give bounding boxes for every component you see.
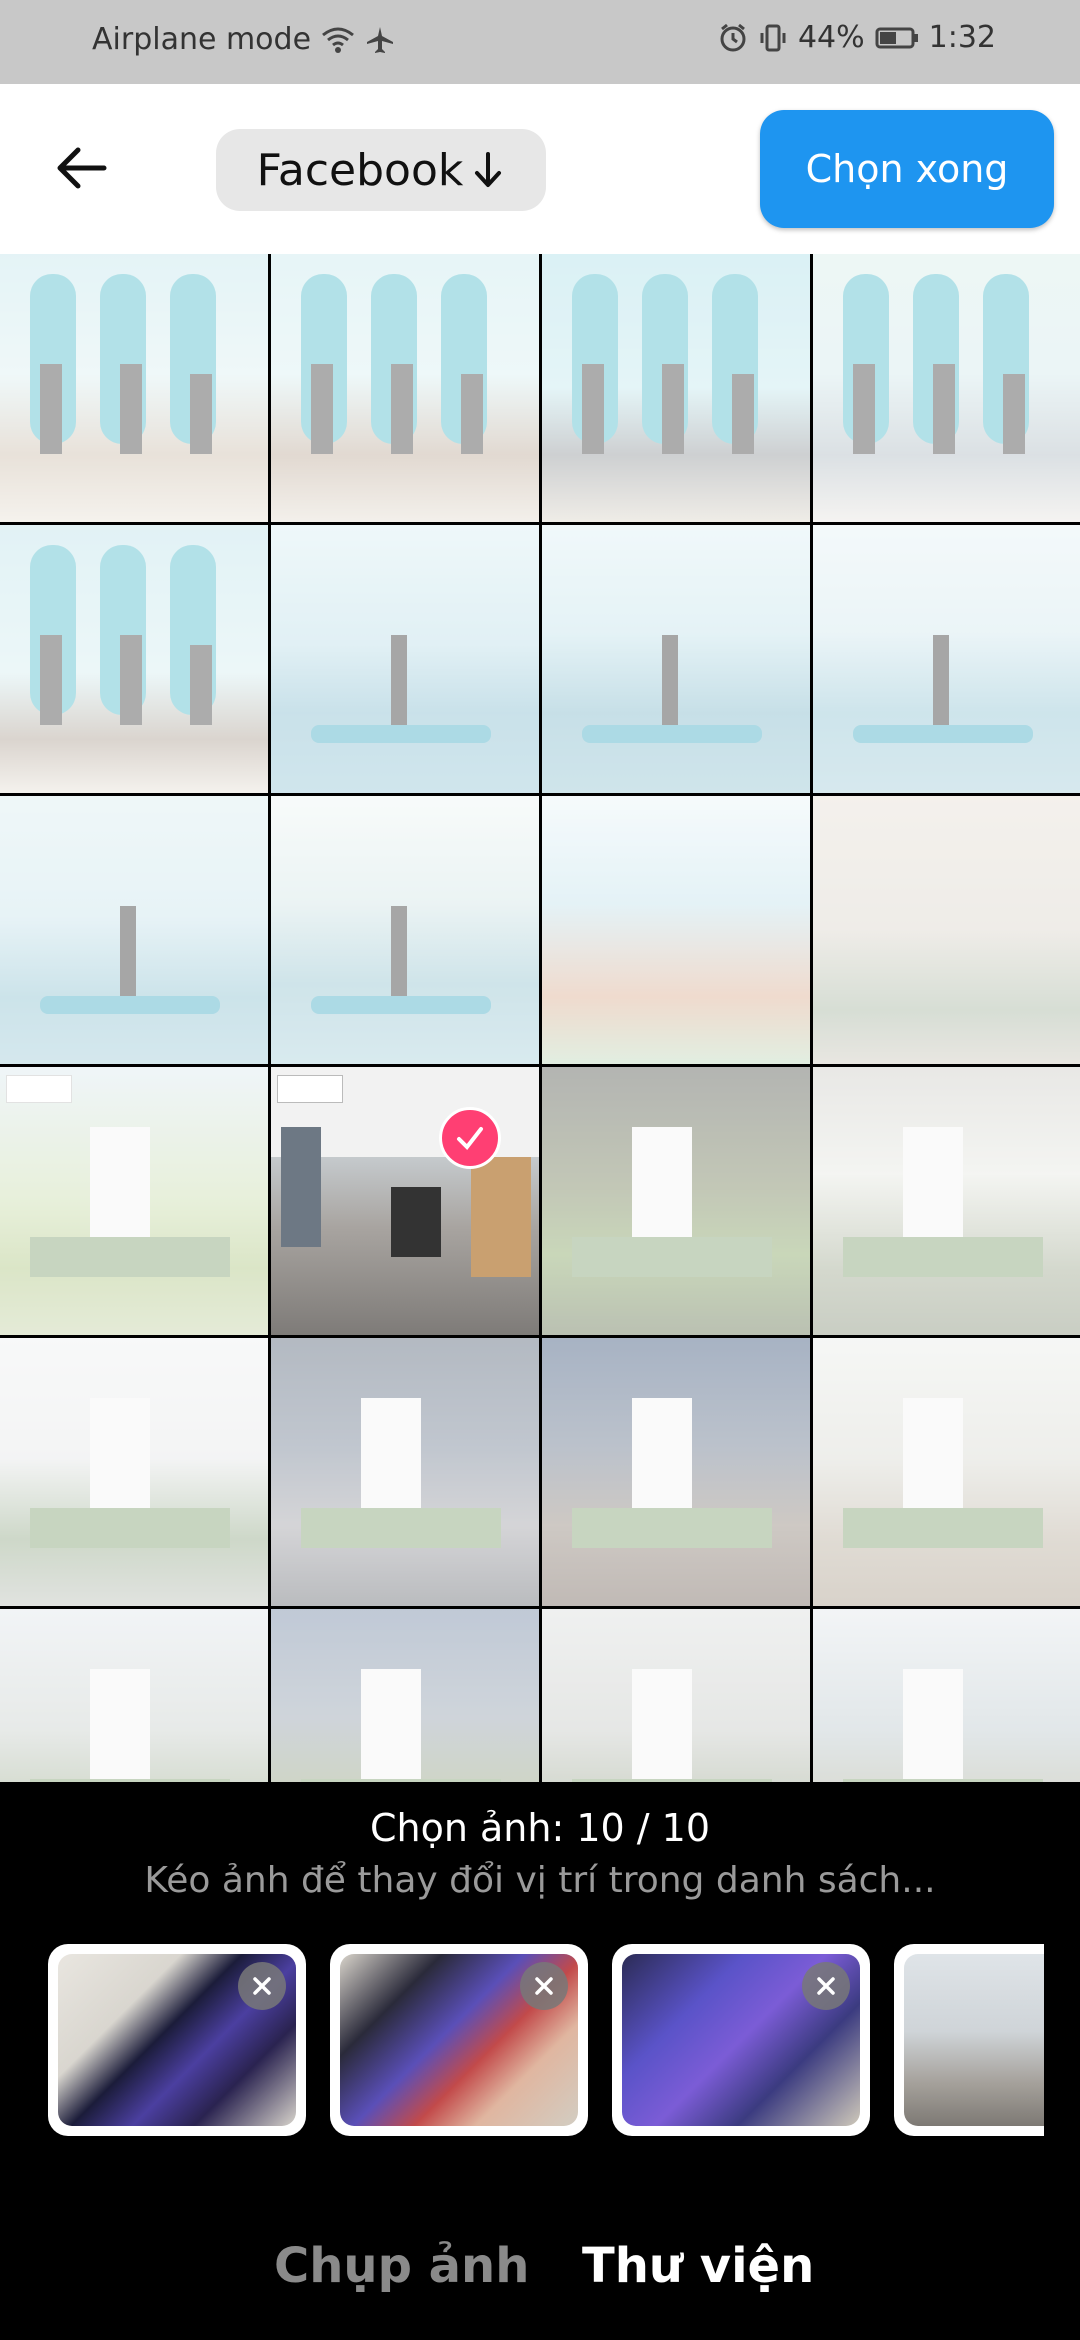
header: Facebook Chọn xong <box>0 84 1080 254</box>
album-label: Facebook <box>256 144 464 196</box>
disabled-overlay <box>0 1338 268 1606</box>
photo-thumbnail[interactable] <box>542 1338 810 1606</box>
photo-thumbnail[interactable] <box>271 796 539 1064</box>
selected-thumbnail[interactable] <box>48 1944 306 2136</box>
disabled-overlay <box>271 254 539 522</box>
photo-thumbnail[interactable] <box>813 525 1080 793</box>
wifi-icon <box>321 26 355 54</box>
battery-percent: 44% <box>797 20 865 55</box>
photo-thumbnail[interactable] <box>542 254 810 522</box>
source-tabs: Chụp ảnh Thư viện <box>0 2238 1080 2318</box>
photo-thumbnail[interactable] <box>271 1609 539 1782</box>
photo-thumbnail[interactable] <box>0 525 268 793</box>
tab-camera[interactable]: Chụp ảnh <box>274 2238 529 2294</box>
disabled-overlay <box>271 796 539 1064</box>
selected-photo <box>904 1954 1044 2126</box>
photo-thumbnail[interactable] <box>813 796 1080 1064</box>
selected-thumbnail[interactable] <box>612 1944 870 2136</box>
disabled-overlay <box>0 1609 268 1782</box>
airplane-mode-text: Airplane mode <box>92 22 312 57</box>
disabled-overlay <box>542 1609 810 1782</box>
golfzon-logo <box>277 1075 343 1103</box>
remove-icon[interactable] <box>520 1962 568 2010</box>
photo-thumbnail[interactable] <box>0 1067 268 1335</box>
done-button-label: Chọn xong <box>805 147 1009 191</box>
selected-tray[interactable] <box>48 1944 1044 2136</box>
battery-icon <box>875 26 919 50</box>
album-selector[interactable]: Facebook <box>216 129 546 211</box>
back-arrow-icon <box>57 147 107 189</box>
disabled-overlay <box>813 254 1080 522</box>
reorder-hint: Kéo ảnh để thay đổi vị trí trong danh sá… <box>144 1860 936 1901</box>
photo-thumbnail[interactable] <box>271 525 539 793</box>
photo-thumbnail[interactable] <box>0 796 268 1064</box>
selected-check-icon <box>439 1107 501 1169</box>
disabled-overlay <box>813 796 1080 1064</box>
done-button[interactable]: Chọn xong <box>760 110 1054 228</box>
photo-thumbnail[interactable] <box>0 1338 268 1606</box>
selection-panel: Chọn ảnh: 10 / 10 Kéo ảnh để thay đổi vị… <box>0 1782 1080 2340</box>
remove-icon[interactable] <box>238 1962 286 2010</box>
photo-thumbnail[interactable] <box>0 1609 268 1782</box>
disabled-overlay <box>542 525 810 793</box>
photo-thumbnail[interactable] <box>813 1067 1080 1335</box>
photo-thumbnail[interactable] <box>813 254 1080 522</box>
vibrate-icon <box>758 23 788 53</box>
photo-grid <box>0 254 1080 1782</box>
photo-thumbnail[interactable] <box>271 1338 539 1606</box>
disabled-overlay <box>813 1067 1080 1335</box>
disabled-overlay <box>542 1338 810 1606</box>
remove-icon[interactable] <box>802 1962 850 2010</box>
photo-thumbnail[interactable] <box>813 1338 1080 1606</box>
alarm-icon <box>718 23 748 53</box>
photo-thumbnail[interactable] <box>0 254 268 522</box>
disabled-overlay <box>271 525 539 793</box>
disabled-overlay <box>271 1338 539 1606</box>
photo-thumbnail[interactable] <box>271 254 539 522</box>
disabled-overlay <box>813 525 1080 793</box>
disabled-overlay <box>813 1609 1080 1782</box>
photo-content <box>271 1067 539 1277</box>
selected-thumbnail[interactable] <box>330 1944 588 2136</box>
photo-thumbnail[interactable] <box>271 1067 539 1335</box>
disabled-overlay <box>813 1338 1080 1606</box>
disabled-overlay <box>542 796 810 1064</box>
status-bar: Airplane mode 44% 1:32 <box>0 0 1080 84</box>
status-left: Airplane mode <box>92 22 395 57</box>
airplane-icon <box>365 25 395 55</box>
photo-thumbnail[interactable] <box>542 1067 810 1335</box>
disabled-overlay <box>542 1067 810 1335</box>
status-right: 44% 1:32 <box>718 20 996 55</box>
selected-thumbnail[interactable] <box>894 1944 1044 2136</box>
disabled-overlay <box>0 525 268 793</box>
photo-thumbnail[interactable] <box>813 1609 1080 1782</box>
photo-thumbnail[interactable] <box>542 1609 810 1782</box>
disabled-overlay <box>0 254 268 522</box>
disabled-overlay <box>0 796 268 1064</box>
arrow-down-icon <box>475 152 502 187</box>
disabled-overlay <box>542 254 810 522</box>
clock-time: 1:32 <box>928 20 996 55</box>
photo-thumbnail[interactable] <box>542 796 810 1064</box>
disabled-overlay <box>0 1067 268 1335</box>
selection-count: Chọn ảnh: 10 / 10 <box>369 1806 711 1850</box>
photo-thumbnail[interactable] <box>542 525 810 793</box>
back-button[interactable] <box>54 136 118 200</box>
disabled-overlay <box>271 1609 539 1782</box>
tab-library[interactable]: Thư viện <box>582 2238 814 2294</box>
